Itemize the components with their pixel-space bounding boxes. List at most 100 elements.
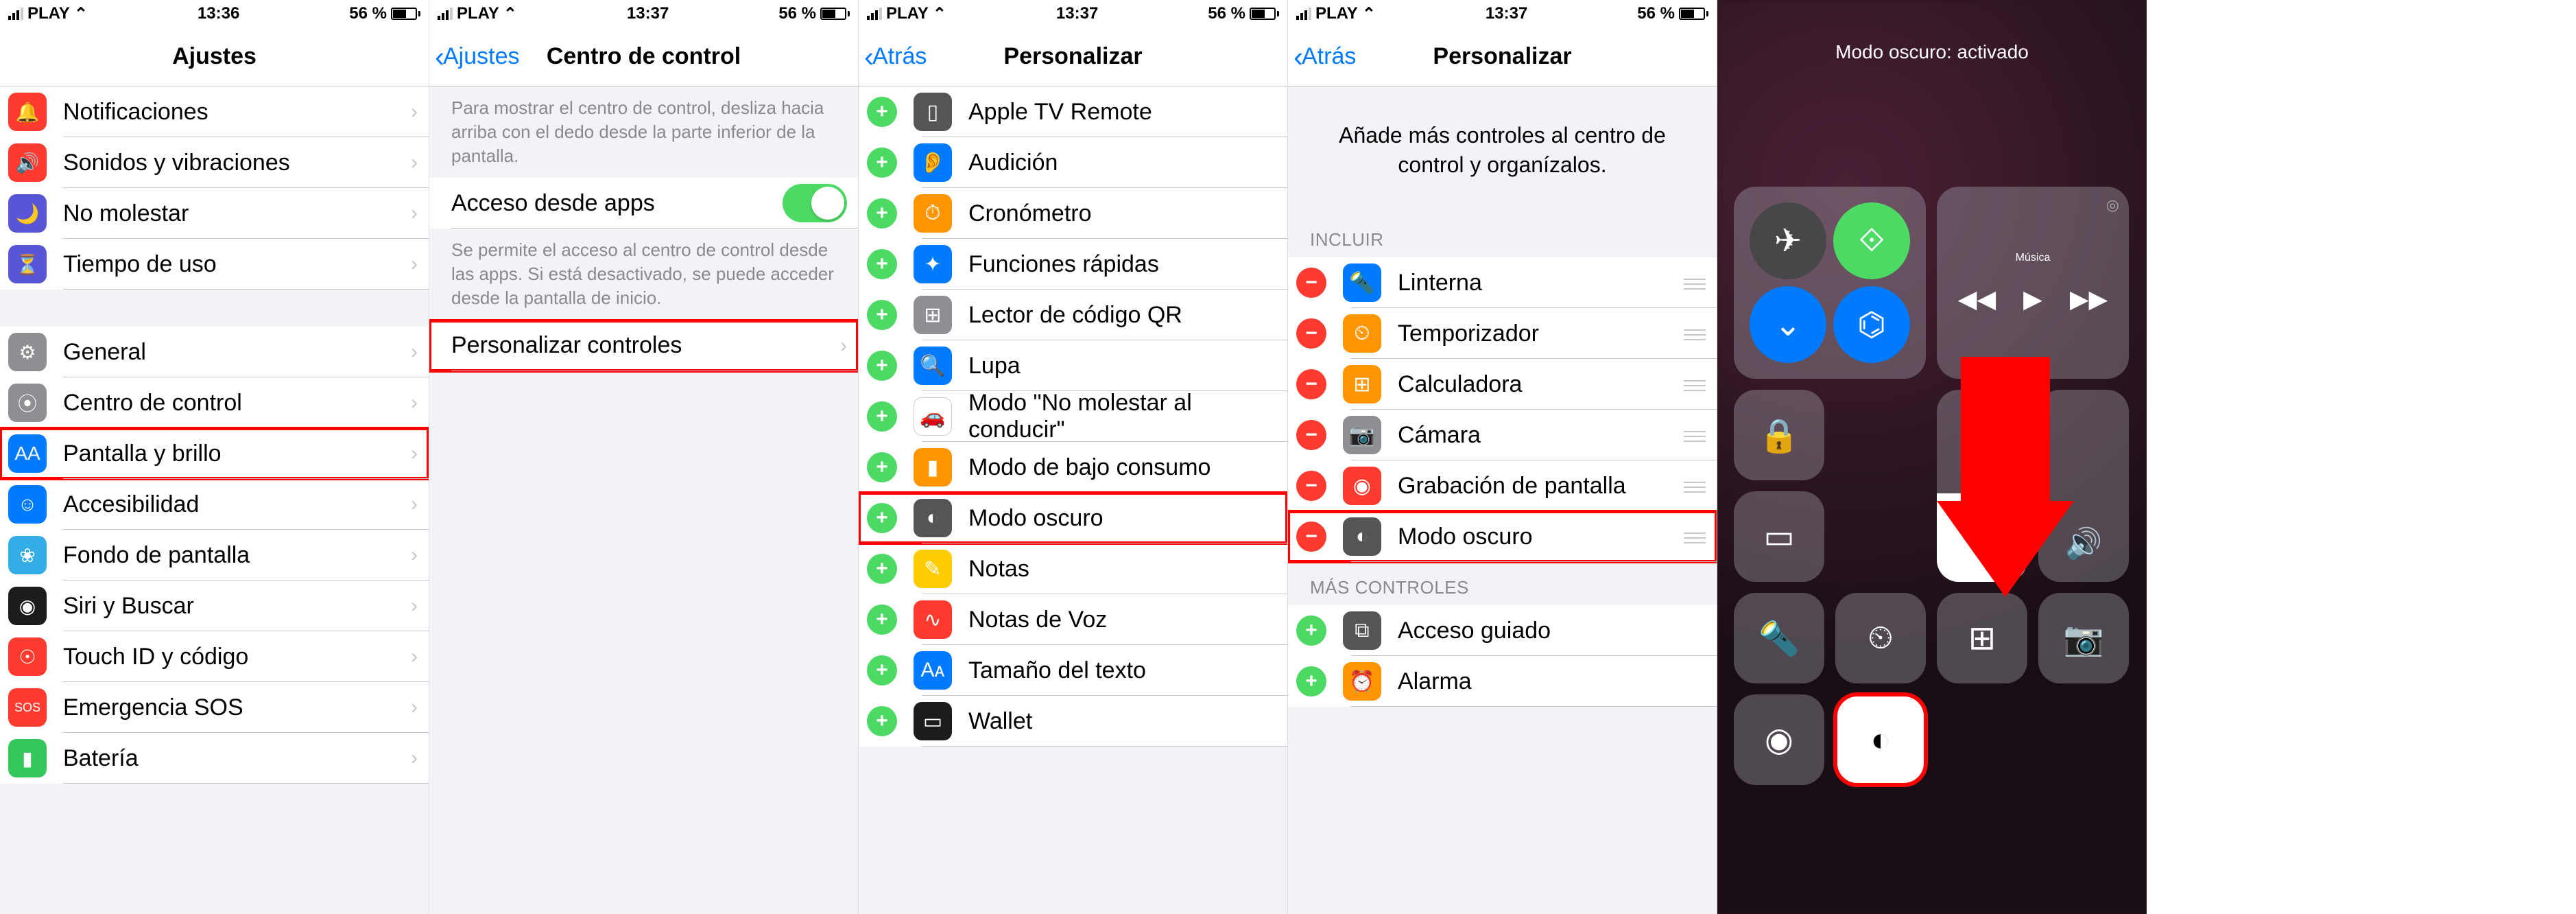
drag-handle-icon[interactable] [1675,476,1706,495]
orientation-lock-button[interactable]: 🔒 [1734,390,1824,480]
control-row[interactable]: +🔍Lupa [859,340,1287,391]
control-row[interactable]: +▮Modo de bajo consumo [859,442,1287,493]
settings-row[interactable]: ☉Touch ID y código› [0,631,429,682]
control-row[interactable]: +∿Notas de Voz [859,594,1287,645]
settings-row[interactable]: 🔔Notificaciones› [0,86,429,137]
control-row[interactable]: +⏱Cronómetro [859,188,1287,239]
add-button[interactable]: + [867,351,897,381]
add-button[interactable]: + [867,300,897,330]
control-row[interactable]: +✎Notas [859,543,1287,594]
dark-mode-button[interactable]: ◐ [1835,694,1926,785]
bluetooth-button[interactable]: ⌬ [1833,286,1910,363]
prev-track-icon[interactable]: ◀◀ [1958,285,1996,314]
airplay-icon[interactable]: ◎ [2106,196,2119,214]
control-row[interactable]: +⏰Alarma [1288,656,1717,707]
drag-handle-icon[interactable] [1675,273,1706,292]
remove-button[interactable]: − [1296,522,1326,552]
section-header-include: INCLUIR [1288,214,1717,257]
settings-row[interactable]: SOSEmergencia SOS› [0,682,429,733]
back-button[interactable]: ‹ Atrás [1293,40,1356,73]
remove-button[interactable]: − [1296,369,1326,399]
app-icon: ◉ [8,587,47,625]
chevron-right-icon: › [411,151,418,174]
drag-handle-icon[interactable] [1675,375,1706,394]
remove-button[interactable]: − [1296,471,1326,501]
control-icon: ◐ [1343,517,1381,556]
settings-row[interactable]: ◉Siri y Buscar› [0,581,429,631]
next-track-icon[interactable]: ▶▶ [2070,285,2108,314]
back-button[interactable]: ‹ Atrás [864,40,927,73]
control-row[interactable]: +🚗Modo "No molestar al conducir" [859,391,1287,442]
screen-mirroring-button[interactable]: ▭ [1734,491,1824,582]
add-button[interactable]: + [867,605,897,635]
drag-handle-icon[interactable] [1675,527,1706,546]
control-row[interactable]: +▯Apple TV Remote [859,86,1287,137]
remove-button[interactable]: − [1296,318,1326,349]
settings-row[interactable]: ⦿Centro de control› [0,377,429,428]
back-button[interactable]: ‹ Ajustes [435,40,520,73]
flashlight-button[interactable]: 🔦 [1734,593,1824,683]
connectivity-tile[interactable]: ✈︎ ⟐ ⌄ ⌬ [1734,187,1926,379]
settings-row[interactable]: ⚙︎General› [0,327,429,377]
remove-button[interactable]: − [1296,420,1326,450]
app-icon: 🌙 [8,194,47,233]
settings-row[interactable]: ▮Batería› [0,733,429,784]
add-button[interactable]: + [867,249,897,279]
control-row[interactable]: +⧉Acceso guiado [1288,605,1717,656]
airplane-mode-button[interactable]: ✈︎ [1750,202,1826,279]
play-icon[interactable]: ▶ [2023,285,2042,314]
control-row[interactable]: +◐Modo oscuro [859,493,1287,543]
control-row[interactable]: −⏲Temporizador [1288,308,1717,359]
add-button[interactable]: + [867,148,897,178]
toggle-row-access-apps[interactable]: Acceso desde apps [429,178,858,228]
chevron-right-icon: › [411,442,418,465]
control-row[interactable]: −⊞Calculadora [1288,359,1717,410]
settings-row[interactable]: ❀Fondo de pantalla› [0,530,429,581]
add-button[interactable]: + [867,706,897,736]
control-row[interactable]: +▭Wallet [859,696,1287,747]
switch-on[interactable] [783,184,847,222]
settings-row[interactable]: ⏳Tiempo de uso› [0,239,429,290]
control-row[interactable]: −◉Grabación de pantalla [1288,460,1717,511]
cellular-data-button[interactable]: ⟐ [1833,202,1910,279]
timer-button[interactable]: ⏲ [1835,593,1926,683]
row-label: Notificaciones [63,99,411,126]
screen-control-center-settings: PLAY ⌃ 13:37 56 % ‹ Ajustes Centro de co… [429,0,859,914]
control-row[interactable]: +AᴀTamaño del texto [859,645,1287,696]
control-row[interactable]: −📷Cámara [1288,410,1717,460]
control-row[interactable]: +⊞Lector de código QR [859,290,1287,340]
add-button[interactable]: + [867,401,897,432]
control-icon: ⏲ [1343,314,1381,353]
intro-text: Añade más controles al centro de control… [1288,86,1717,214]
wifi-button[interactable]: ⌄ [1750,286,1826,363]
add-button[interactable]: + [867,655,897,686]
media-tile[interactable]: ◎ Música ◀◀ ▶ ▶▶ [1937,187,2129,379]
add-button[interactable]: + [867,554,897,584]
control-icon: ✎ [914,550,952,588]
settings-row[interactable]: ☺Accesibilidad› [0,479,429,530]
description-text: Se permite el acceso al centro de contro… [429,228,858,320]
add-button[interactable]: + [867,452,897,482]
add-button[interactable]: + [867,97,897,127]
settings-row[interactable]: 🔊Sonidos y vibraciones› [0,137,429,188]
control-icon: ⊞ [914,296,952,334]
settings-row[interactable]: 🌙No molestar› [0,188,429,239]
control-row[interactable]: −◐Modo oscuro [1288,511,1717,562]
add-button[interactable]: + [1296,666,1326,696]
dark-mode-banner: Modo oscuro: activado [1734,41,2130,63]
control-row[interactable]: +👂Audición [859,137,1287,188]
settings-row[interactable]: AAPantalla y brillo› [0,428,429,479]
screen-recording-button[interactable]: ◉ [1734,694,1824,785]
screen-customize-add: PLAY ⌃ 13:37 56 % ‹ Atrás Personalizar +… [859,0,1288,914]
drag-handle-icon[interactable] [1675,425,1706,445]
add-button[interactable]: + [867,503,897,533]
drag-handle-icon[interactable] [1675,324,1706,343]
signal-icon [1296,8,1311,20]
control-row[interactable]: +✦Funciones rápidas [859,239,1287,290]
remove-button[interactable]: − [1296,268,1326,298]
add-button[interactable]: + [1296,616,1326,646]
control-row[interactable]: −🔦Linterna [1288,257,1717,308]
add-button[interactable]: + [867,198,897,228]
row-customize-controls[interactable]: Personalizar controles › [429,320,858,371]
control-icon: ⊞ [1343,365,1381,403]
